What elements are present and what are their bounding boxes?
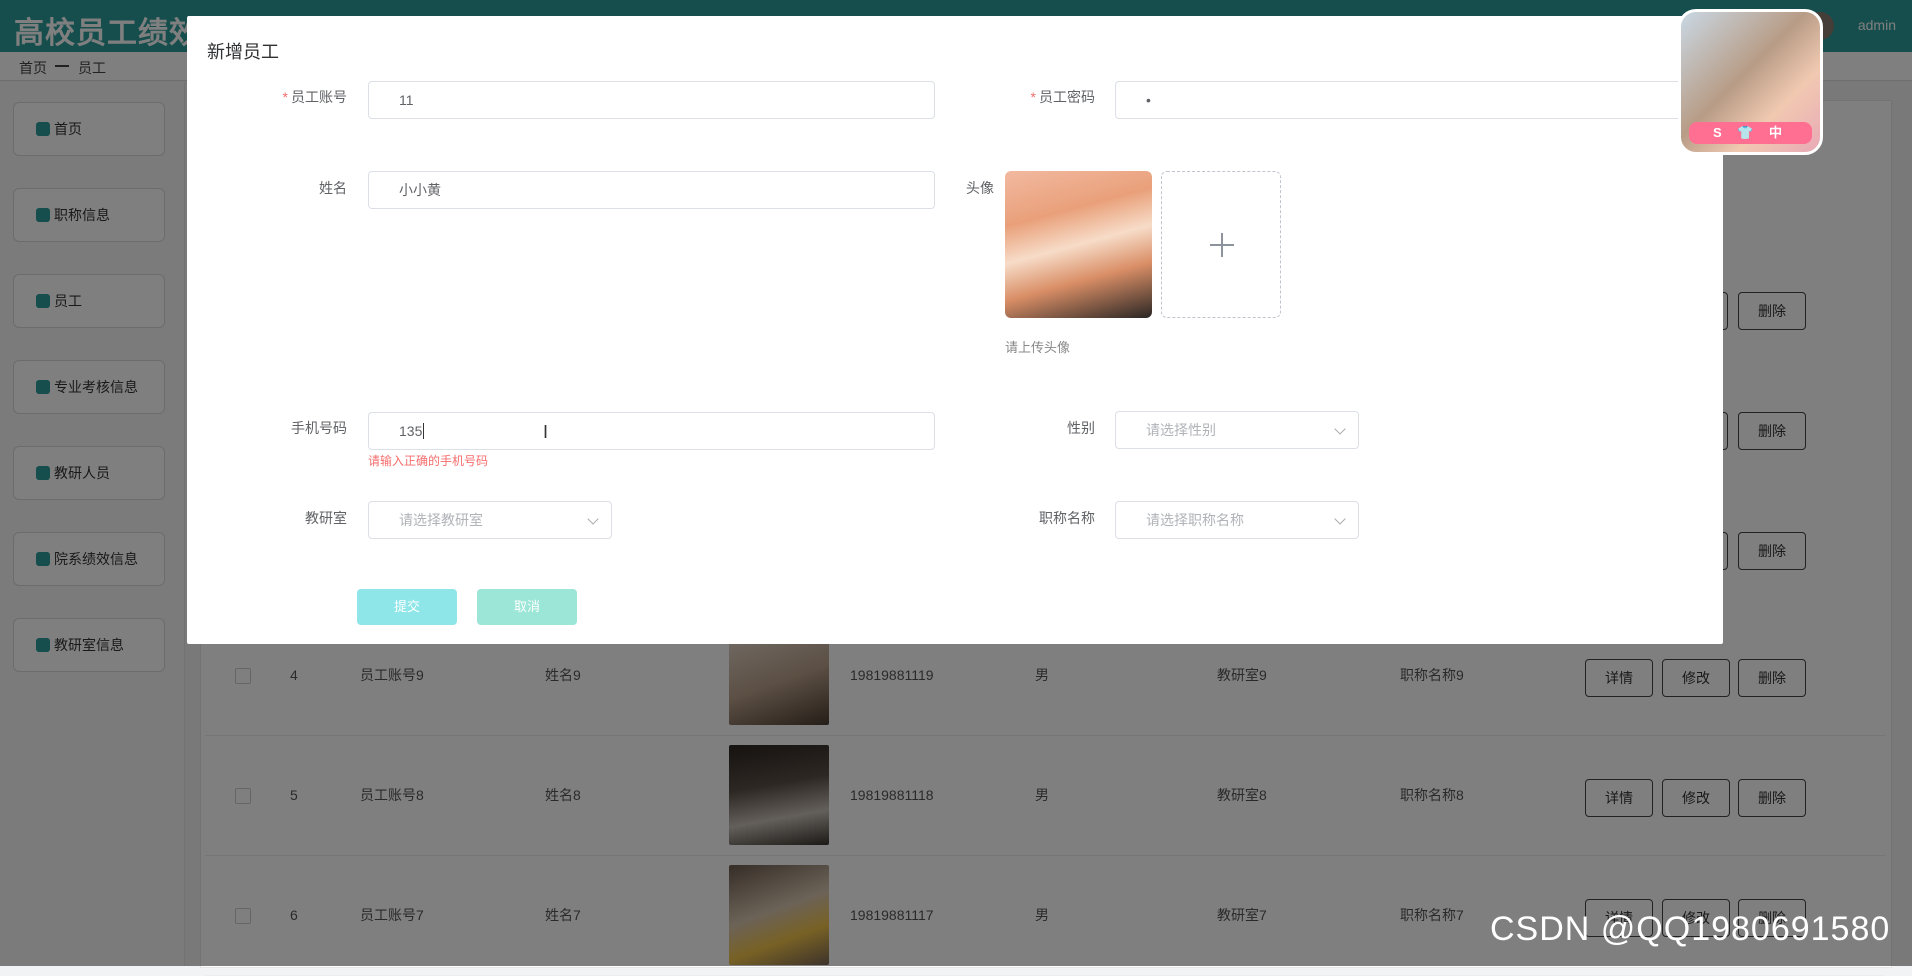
promo-badge: S 👕 中 — [1689, 122, 1812, 144]
name-label: 姓名 — [319, 180, 347, 196]
phone-label: 手机号码 — [291, 420, 347, 436]
phone-input[interactable]: 135 — [368, 412, 935, 450]
gender-label: 性别 — [1067, 420, 1095, 436]
account-input[interactable]: 11 — [368, 81, 935, 119]
avatar-label: 头像 — [966, 180, 994, 196]
cancel-button[interactable]: 取消 — [477, 589, 577, 625]
room-select[interactable]: 请选择教研室 — [368, 501, 612, 539]
room-label: 教研室 — [305, 510, 347, 526]
phone-error: 请输入正确的手机号码 — [368, 454, 489, 468]
floating-promo-image[interactable]: S 👕 中 — [1678, 9, 1823, 155]
avatar-preview[interactable] — [1005, 171, 1152, 318]
account-label: * 员工账号 — [282, 89, 347, 105]
job-title-select[interactable]: 请选择职称名称 — [1115, 501, 1359, 539]
job-title-label: 职称名称 — [1039, 510, 1095, 526]
gender-select[interactable]: 请选择性别 — [1115, 411, 1359, 449]
text-cursor-icon: I — [543, 422, 549, 442]
avatar-upload-button[interactable] — [1161, 171, 1281, 318]
watermark: CSDN @QQ1980691580 — [1490, 910, 1891, 948]
name-input[interactable]: 小小黄 — [368, 171, 935, 209]
password-label: *•员工密码 — [1030, 89, 1095, 105]
chevron-down-icon — [587, 513, 599, 525]
submit-button[interactable]: 提交 — [357, 589, 457, 625]
chevron-down-icon — [1334, 513, 1346, 525]
chevron-down-icon — [1334, 423, 1346, 435]
password-input[interactable]: • — [1115, 81, 1682, 119]
dialog-title: 新增员工 — [207, 42, 279, 62]
avatar-tip: 请上传头像 — [1005, 340, 1071, 355]
add-employee-dialog: 新增员工 *员工账号 11 *•员工密码 • 姓名 小小黄 头像 请上传头像 手… — [187, 16, 1723, 644]
